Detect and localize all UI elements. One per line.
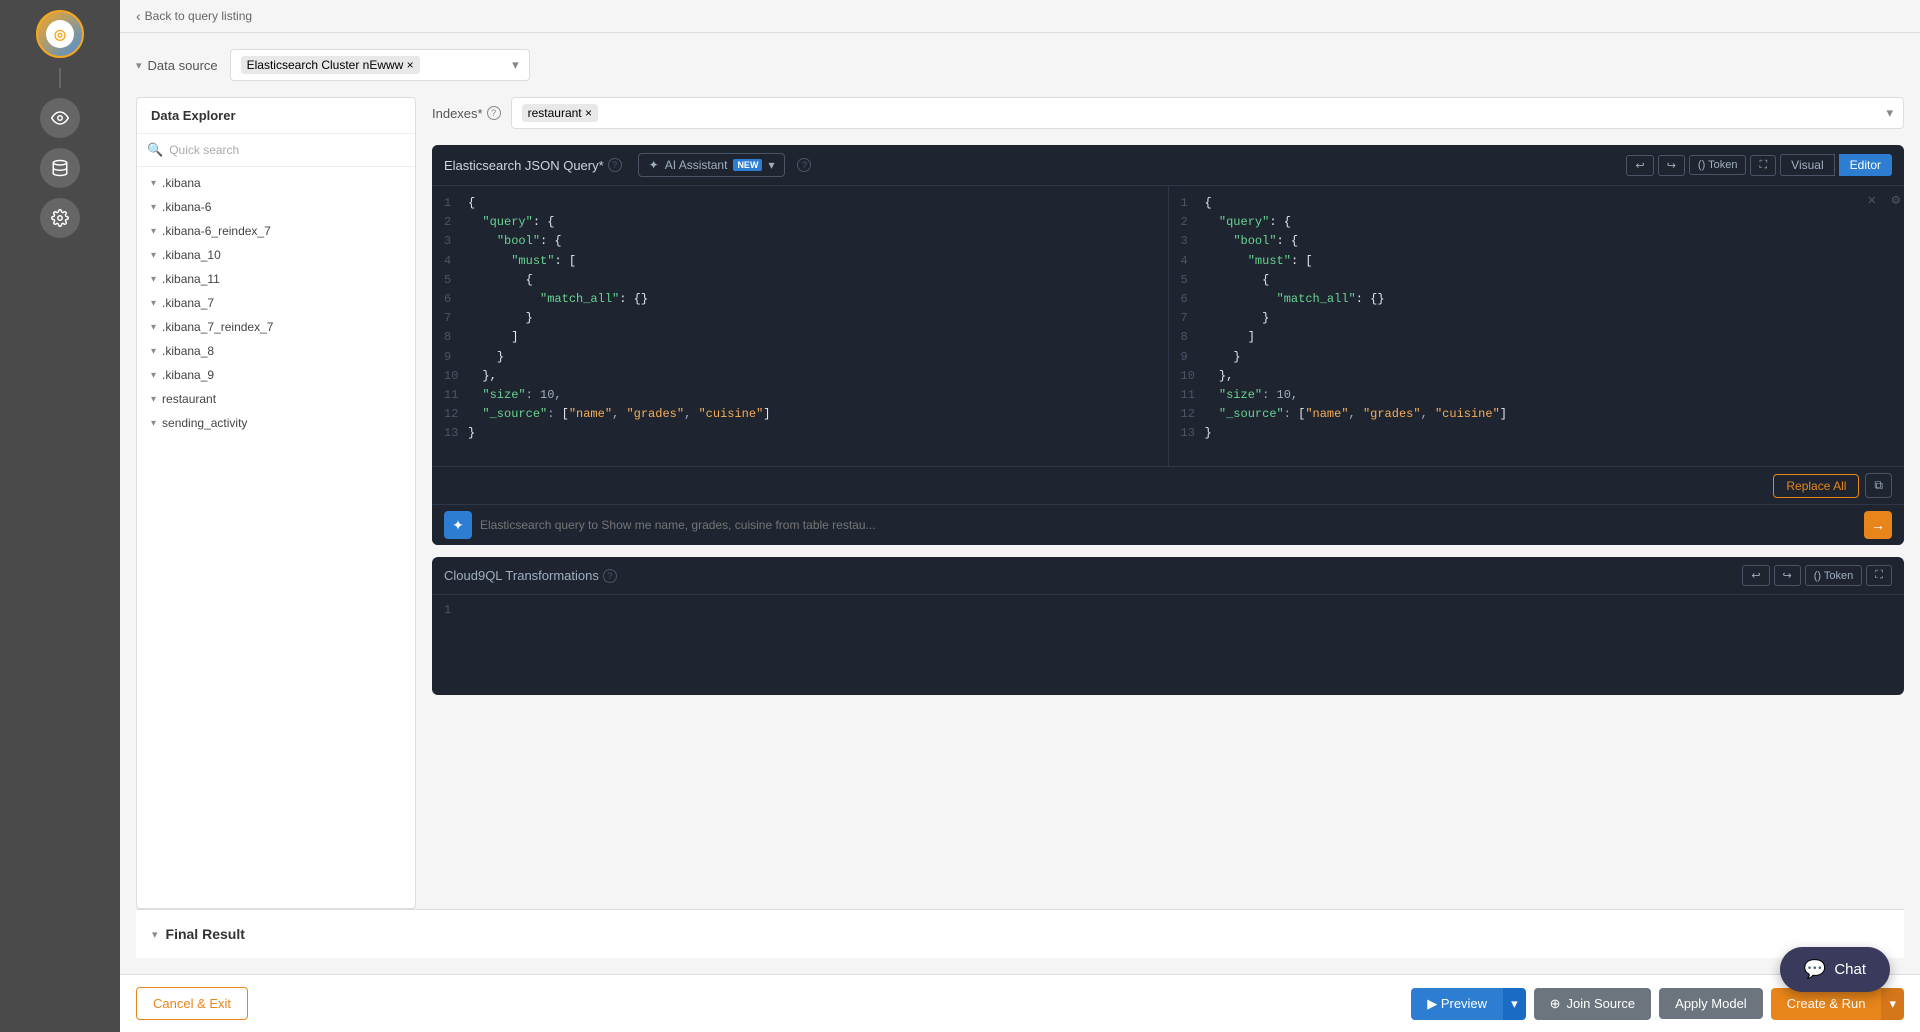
query-editor-container: Elasticsearch JSON Query* ? ✦ AI Assista…: [432, 145, 1904, 545]
editor-help-icon[interactable]: ?: [608, 158, 622, 172]
eye-icon-button[interactable]: [40, 98, 80, 138]
back-arrow-icon: ‹: [136, 8, 141, 24]
ai-dropdown-icon: ▾: [768, 158, 774, 172]
split-editor: 1{ 2 "query": { 3 "bool": { 4 "must": [ …: [432, 186, 1904, 466]
collapse-arrow-icon[interactable]: ▾: [136, 59, 142, 72]
create-run-button[interactable]: Create & Run: [1771, 988, 1882, 1020]
chat-button[interactable]: 💬 Chat: [1780, 947, 1890, 992]
list-item[interactable]: ▾restaurant: [137, 387, 415, 411]
search-box: 🔍: [137, 134, 415, 167]
bottom-right-buttons: ▶ Preview ▾ ⊕ Join Source Apply Model Cr…: [1411, 988, 1904, 1020]
expand-button[interactable]: ⛶: [1750, 155, 1776, 176]
list-item[interactable]: ▾.kibana-6_reindex_7: [137, 219, 415, 243]
logo-button[interactable]: ◎: [36, 10, 84, 58]
cancel-exit-button[interactable]: Cancel & Exit: [136, 987, 248, 1020]
list-item[interactable]: ▾.kibana_8: [137, 339, 415, 363]
cloud9-help-icon[interactable]: ?: [603, 569, 617, 583]
indexes-label: Indexes* ?: [432, 106, 501, 121]
indexes-row: Indexes* ? restaurant × ▾: [432, 97, 1904, 129]
right-editor-pane[interactable]: ⚙ ✕ 1{ 2 "query": { 3 "bool": { 4 "must"…: [1169, 186, 1905, 466]
ai-input-field[interactable]: [480, 518, 1856, 532]
back-label: Back to query listing: [145, 9, 252, 23]
cloud9-container: Cloud9QL Transformations ? ↩ ↪ () Token …: [432, 557, 1904, 695]
ai-input-row: ✦ →: [432, 504, 1904, 545]
editor-button[interactable]: Editor: [1839, 154, 1892, 176]
database-icon-button[interactable]: [40, 148, 80, 188]
ai-icon: ✦: [444, 511, 472, 539]
join-icon: ⊕: [1550, 996, 1561, 1012]
cloud9-expand-button[interactable]: ⛶: [1866, 565, 1892, 586]
cloud9-redo-button[interactable]: ↪: [1774, 565, 1801, 586]
token-button[interactable]: () Token: [1689, 155, 1747, 175]
list-item[interactable]: ▾sending_activity: [137, 411, 415, 435]
final-result-row: ▾ Final Result: [136, 909, 1904, 958]
settings-icon-button[interactable]: [40, 198, 80, 238]
ai-send-button[interactable]: →: [1864, 511, 1892, 539]
undo-button[interactable]: ↩: [1626, 155, 1653, 176]
sidebar-connector: [59, 68, 61, 88]
list-item[interactable]: ▾.kibana-6: [137, 195, 415, 219]
cloud9-toolbar: ↩ ↪ () Token ⛶: [1742, 565, 1892, 586]
final-result-label: Final Result: [166, 926, 245, 942]
ai-help-icon[interactable]: ?: [797, 158, 811, 172]
bottom-bar: Cancel & Exit ▶ Preview ▾ ⊕ Join Source …: [120, 974, 1920, 1032]
list-item[interactable]: ▾.kibana_7: [137, 291, 415, 315]
final-result-collapse-icon[interactable]: ▾: [152, 928, 158, 941]
list-item[interactable]: ▾.kibana_10: [137, 243, 415, 267]
create-run-button-group: Create & Run ▾: [1771, 988, 1904, 1020]
search-input[interactable]: [169, 143, 405, 157]
indexes-select[interactable]: restaurant × ▾: [511, 97, 1904, 129]
list-item[interactable]: ▾.kibana_9: [137, 363, 415, 387]
cloud9-body[interactable]: 1: [432, 595, 1904, 695]
content-area: ▾ Data source Elasticsearch Cluster nEww…: [120, 33, 1920, 974]
ai-star-icon: ✦: [649, 158, 659, 172]
tree-list: ▾.kibana ▾.kibana-6 ▾.kibana-6_reindex_7…: [137, 167, 415, 908]
cloud9-undo-button[interactable]: ↩: [1742, 565, 1769, 586]
data-source-row: ▾ Data source Elasticsearch Cluster nEww…: [136, 49, 1904, 81]
cloud9-title: Cloud9QL Transformations ?: [444, 568, 617, 583]
copy-button[interactable]: ⧉: [1865, 473, 1892, 498]
data-explorer-panel: Data Explorer 🔍 ▾.kibana ▾.kibana-6 ▾.ki…: [136, 97, 416, 909]
editor-actions: Replace All ⧉: [432, 466, 1904, 504]
top-bar: ‹ Back to query listing: [120, 0, 1920, 33]
indexes-help-icon[interactable]: ?: [487, 106, 501, 120]
pane-settings-icon[interactable]: ⚙: [1892, 190, 1900, 212]
apply-model-button[interactable]: Apply Model: [1659, 988, 1763, 1019]
editor-header: Elasticsearch JSON Query* ? ✦ AI Assista…: [432, 145, 1904, 186]
data-source-label: ▾ Data source: [136, 58, 218, 73]
data-explorer-title: Data Explorer: [137, 98, 415, 134]
cloud9-token-button[interactable]: () Token: [1805, 565, 1863, 586]
replace-all-button[interactable]: Replace All: [1773, 474, 1859, 498]
preview-button-group: ▶ Preview ▾: [1411, 988, 1525, 1020]
redo-button[interactable]: ↪: [1658, 155, 1685, 176]
join-source-button[interactable]: ⊕ Join Source: [1534, 988, 1652, 1020]
index-tag: restaurant ×: [522, 104, 598, 122]
sidebar: ◎: [0, 0, 120, 1032]
main-content: ‹ Back to query listing ▾ Data source El…: [120, 0, 1920, 1032]
list-item[interactable]: ▾.kibana_7_reindex_7: [137, 315, 415, 339]
editor-toolbar: ↩ ↪ () Token ⛶ Visual Editor: [1626, 154, 1892, 176]
left-editor-pane[interactable]: 1{ 2 "query": { 3 "bool": { 4 "must": [ …: [432, 186, 1169, 466]
preview-dropdown-button[interactable]: ▾: [1503, 988, 1526, 1020]
select-arrow-icon: ▾: [512, 57, 519, 73]
list-item[interactable]: ▾.kibana: [137, 171, 415, 195]
ai-assistant-button[interactable]: ✦ AI Assistant NEW ▾: [638, 153, 786, 177]
preview-icon: ▶: [1427, 996, 1437, 1011]
search-icon: 🔍: [147, 142, 163, 158]
chat-icon: 💬: [1804, 959, 1826, 980]
visual-button[interactable]: Visual: [1780, 154, 1834, 176]
datasource-tag: Elasticsearch Cluster nEwww ×: [241, 56, 420, 74]
list-item[interactable]: ▾.kibana_11: [137, 267, 415, 291]
preview-button[interactable]: ▶ Preview: [1411, 988, 1503, 1020]
back-link[interactable]: ‹ Back to query listing: [136, 8, 252, 24]
pane-close-icon[interactable]: ✕: [1868, 190, 1876, 212]
cloud9-header: Cloud9QL Transformations ? ↩ ↪ () Token …: [432, 557, 1904, 595]
new-badge: NEW: [733, 159, 762, 171]
indexes-arrow-icon: ▾: [1886, 105, 1893, 121]
editor-title: Elasticsearch JSON Query* ?: [444, 158, 622, 173]
datasource-select[interactable]: Elasticsearch Cluster nEwww × ▾: [230, 49, 530, 81]
create-run-dropdown-button[interactable]: ▾: [1881, 988, 1904, 1020]
two-panel: Data Explorer 🔍 ▾.kibana ▾.kibana-6 ▾.ki…: [136, 97, 1904, 909]
query-panel: Indexes* ? restaurant × ▾: [432, 97, 1904, 909]
